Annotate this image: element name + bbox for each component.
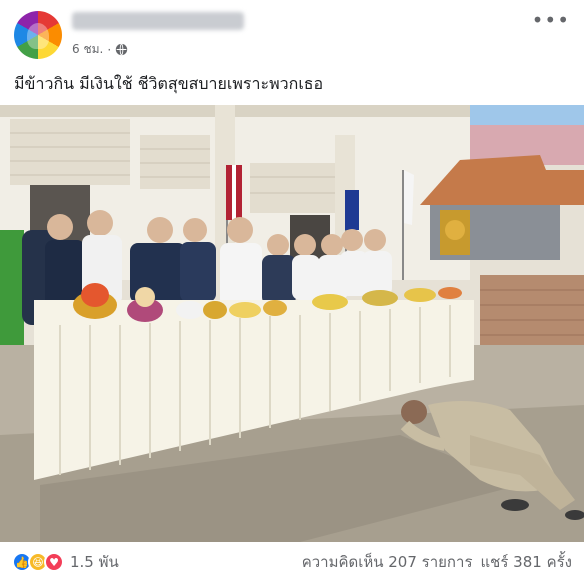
post-footer: 👍 😆 ♥ 1.5 พัน ความคิดเห็น 207 รายการ แชร…: [0, 542, 584, 582]
facebook-post: 6 ชม. · ••• มีข้าวกิน มีเงินใช้ ชีวิตสุข…: [0, 0, 584, 582]
photo-scene: [0, 105, 584, 542]
reaction-summary[interactable]: 👍 😆 ♥ 1.5 พัน: [12, 550, 119, 574]
post-header: 6 ชม. · •••: [0, 0, 584, 62]
author-name-blurred[interactable]: [72, 12, 244, 30]
comments-count-link[interactable]: ความคิดเห็น 207 รายการ: [302, 550, 473, 574]
post-caption: มีข้าวกิน มีเงินใช้ ชีวิตสุขสบายเพราะพวก…: [14, 74, 324, 93]
shares-count-link[interactable]: แชร์ 381 ครั้ง: [481, 550, 573, 574]
reaction-count: 1.5 พัน: [70, 553, 119, 571]
globe-icon: [115, 43, 128, 56]
post-stats: ความคิดเห็น 207 รายการ แชร์ 381 ครั้ง: [302, 550, 572, 574]
post-meta: 6 ชม. ·: [72, 40, 128, 59]
more-options-icon[interactable]: •••: [532, 10, 570, 30]
post-photo[interactable]: [0, 105, 584, 542]
love-icon: ♥: [44, 552, 64, 572]
post-time[interactable]: 6 ชม.: [72, 40, 103, 59]
author-avatar[interactable]: [14, 11, 62, 59]
